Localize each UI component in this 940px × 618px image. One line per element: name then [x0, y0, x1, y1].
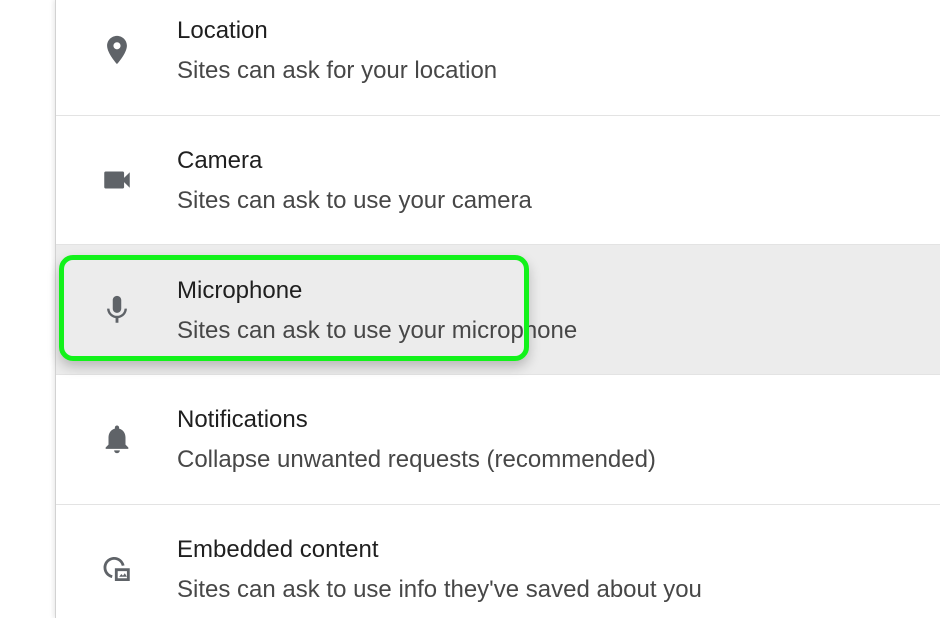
- microphone-icon: [100, 293, 134, 327]
- permission-row-notifications[interactable]: Notifications Collapse unwanted requests…: [56, 375, 940, 505]
- location-pin-icon: [100, 33, 134, 67]
- permission-subtitle: Sites can ask to use info they've saved …: [177, 576, 702, 603]
- camera-icon: [100, 163, 134, 197]
- bell-icon: [100, 422, 134, 456]
- permission-row-location[interactable]: Location Sites can ask for your location: [56, 0, 940, 116]
- permission-title: Embedded content: [177, 536, 379, 563]
- permission-subtitle: Sites can ask to use your camera: [177, 187, 532, 214]
- permission-subtitle: Sites can ask for your location: [177, 57, 498, 84]
- permission-title: Notifications: [177, 406, 308, 433]
- permission-subtitle: Sites can ask to use your microphone: [177, 317, 578, 344]
- embedded-content-icon: [100, 552, 134, 586]
- permission-title: Microphone: [177, 277, 303, 304]
- permission-title: Camera: [177, 147, 263, 174]
- site-settings-panel: Location Sites can ask for your location…: [55, 0, 940, 618]
- settings-page: Location Sites can ask for your location…: [0, 0, 940, 618]
- permissions-list: Location Sites can ask for your location…: [56, 0, 940, 618]
- left-gutter: [0, 0, 55, 618]
- permission-subtitle: Collapse unwanted requests (recommended): [177, 446, 656, 473]
- permission-row-camera[interactable]: Camera Sites can ask to use your camera: [56, 116, 940, 245]
- permission-title: Location: [177, 17, 268, 44]
- permission-row-microphone[interactable]: Microphone Sites can ask to use your mic…: [56, 245, 940, 375]
- permission-row-embedded-content[interactable]: Embedded content Sites can ask to use in…: [56, 505, 940, 618]
